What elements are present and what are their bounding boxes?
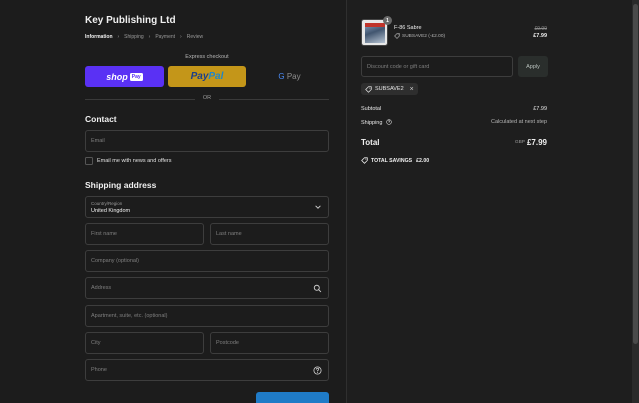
tag-icon <box>365 85 372 93</box>
checkout-page: Key Publishing Ltd Information › Shippin… <box>0 0 639 403</box>
google-pay-text: Pay <box>286 72 301 81</box>
shipping-heading: Shipping address <box>85 180 157 190</box>
apartment-field[interactable]: Apartment, suite, etc. (optional) <box>85 305 329 327</box>
applied-code-text: SUBSAVE2 <box>375 86 404 92</box>
first-name-field[interactable]: First name <box>85 223 204 245</box>
breadcrumb-review[interactable]: Review <box>187 34 203 40</box>
first-name-placeholder: First name <box>91 231 117 237</box>
phone-field[interactable]: Phone <box>85 359 329 381</box>
google-pay-logo: G Pay <box>278 72 300 81</box>
or-separator: OR <box>85 95 329 103</box>
paypal-logo-a: Pay <box>190 71 209 82</box>
product-name: F-86 Sabre <box>394 25 422 31</box>
tag-icon <box>394 33 400 39</box>
chevron-down-icon <box>315 205 321 209</box>
company-placeholder: Company (optional) <box>91 258 139 264</box>
subtotal-label: Subtotal <box>361 106 382 112</box>
shop-pay-logo-text: shop <box>106 71 128 82</box>
remove-discount-icon[interactable]: × <box>410 86 414 93</box>
total-currency: GBP <box>514 140 525 145</box>
postcode-field[interactable]: Postcode <box>210 332 329 354</box>
savings-value: £2.00 <box>416 157 430 164</box>
breadcrumb: Information › Shipping › Payment › Revie… <box>85 34 203 40</box>
subtotal-row: Subtotal £7.99 <box>361 106 547 112</box>
newsletter-label: Email me with news and offers <box>97 158 172 164</box>
subtotal-value: £7.99 <box>533 106 547 112</box>
shop-pay-button[interactable]: shop Pay <box>85 66 164 87</box>
contact-heading: Contact <box>85 114 117 124</box>
express-checkout-label: Express checkout <box>185 54 229 60</box>
newsletter-checkbox[interactable] <box>85 157 93 165</box>
country-select[interactable]: Country/Region United Kingdom <box>85 196 329 218</box>
company-field[interactable]: Company (optional) <box>85 250 329 272</box>
product-discount-text: SUBSAVE2 (-£2.00) <box>402 33 446 39</box>
continue-to-shipping-button[interactable] <box>256 392 329 403</box>
savings-label: TOTAL SAVINGS <box>371 157 413 164</box>
address-field[interactable]: Address <box>85 277 329 299</box>
shipping-label: Shipping <box>361 120 383 126</box>
email-placeholder: Email <box>91 138 105 144</box>
last-name-field[interactable]: Last name <box>210 223 329 245</box>
apartment-placeholder: Apartment, suite, etc. (optional) <box>91 313 168 319</box>
breadcrumb-information[interactable]: Information <box>85 34 113 40</box>
google-g-icon: G <box>278 72 285 81</box>
total-value: £7.99 <box>526 138 547 147</box>
paypal-logo-b: Pal <box>208 71 224 82</box>
or-text: OR <box>202 95 212 101</box>
city-placeholder: City <box>91 340 101 346</box>
total-savings: TOTAL SAVINGS £2.00 <box>361 157 429 164</box>
phone-placeholder: Phone <box>91 367 107 373</box>
country-label: Country/Region <box>91 201 123 206</box>
search-icon[interactable] <box>313 284 322 293</box>
total-label: Total <box>361 138 380 147</box>
product-discount: SUBSAVE2 (-£2.00) <box>394 33 445 39</box>
apply-button[interactable]: Apply <box>518 56 548 77</box>
scrollbar-thumb[interactable] <box>633 4 638 344</box>
email-field[interactable]: Email <box>85 130 329 152</box>
chevron-right-icon: › <box>117 34 120 40</box>
paypal-button[interactable]: PayPal <box>168 66 246 87</box>
discount-code-input[interactable]: Discount code or gift card <box>361 56 513 77</box>
newsletter-option[interactable]: Email me with news and offers <box>85 157 172 165</box>
city-field[interactable]: City <box>85 332 204 354</box>
last-name-placeholder: Last name <box>216 231 242 237</box>
country-value: United Kingdom <box>91 208 131 214</box>
paypal-logo: PayPal <box>191 71 224 82</box>
tag-icon <box>361 157 368 164</box>
help-circle-icon[interactable] <box>386 119 392 125</box>
chevron-right-icon: › <box>148 34 151 40</box>
address-placeholder: Address <box>91 285 112 291</box>
store-title: Key Publishing Ltd <box>85 15 176 26</box>
help-circle-icon[interactable] <box>313 366 322 375</box>
quantity-badge: 1 <box>383 16 392 25</box>
breadcrumb-shipping[interactable]: Shipping <box>124 34 143 40</box>
product-cover-band <box>365 23 385 27</box>
google-pay-button[interactable]: G Pay <box>250 66 329 87</box>
breadcrumb-payment[interactable]: Payment <box>155 34 175 40</box>
postcode-placeholder: Postcode <box>216 340 239 346</box>
chevron-right-icon: › <box>180 34 182 40</box>
original-price: £9.99 <box>534 26 547 32</box>
shipping-value: Calculated at next step <box>491 119 547 125</box>
applied-discount-tag: SUBSAVE2 × <box>361 83 418 95</box>
discounted-price: £7.99 <box>533 33 547 39</box>
discount-placeholder: Discount code or gift card <box>367 63 430 70</box>
shipping-row: Shipping Calculated at next step <box>361 119 547 126</box>
shop-pay-badge: Pay <box>129 72 143 81</box>
